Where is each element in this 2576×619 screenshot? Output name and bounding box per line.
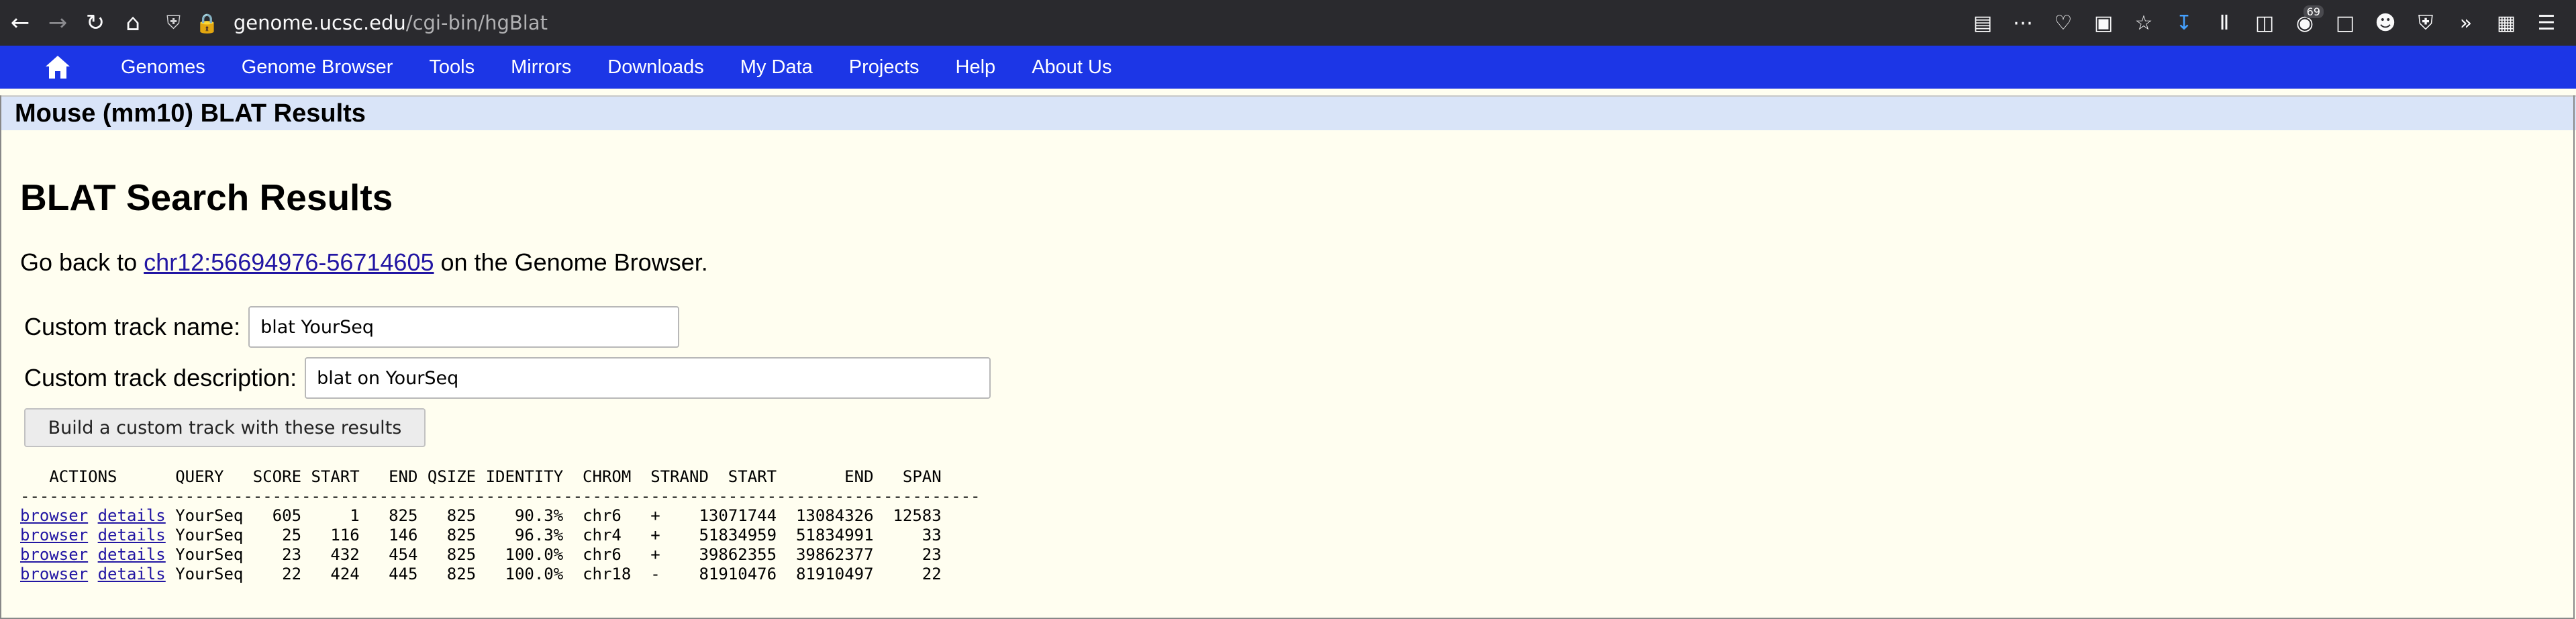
browser-link[interactable]: browser (20, 565, 88, 583)
details-link[interactable]: details (98, 565, 166, 583)
address-bar[interactable]: ⛨ 🔒 genome.ucsc.edu/cgi-bin/hgBlat (166, 4, 2113, 42)
track-desc-row: Custom track description: (24, 357, 991, 399)
goback-prefix: Go back to (20, 248, 144, 276)
download-icon[interactable]: ↧ (2164, 3, 2204, 43)
browser-link[interactable]: browser (20, 526, 88, 544)
bookmark-star-icon[interactable]: ☆ (2124, 3, 2164, 43)
nav-mirrors[interactable]: Mirrors (511, 56, 571, 79)
back-arrow-icon[interactable]: ← (3, 5, 38, 40)
goback-suffix: on the Genome Browser. (434, 248, 708, 276)
nav-downloads[interactable]: Downloads (607, 56, 703, 79)
browser-link[interactable]: browser (20, 545, 88, 564)
overflow-icon[interactable]: » (2446, 3, 2486, 43)
goback-text: Go back to chr12:56694976-56714605 on th… (20, 248, 708, 277)
account-icon[interactable]: ☻ (2365, 3, 2406, 43)
track-desc-label: Custom track description: (24, 364, 297, 391)
site-navbar: Genomes Genome Browser Tools Mirrors Dow… (0, 46, 2576, 89)
library-icon[interactable]: Ⅱ (2204, 3, 2244, 43)
page-actions-icon[interactable]: ⋯ (2003, 3, 2043, 43)
ublock-icon[interactable]: ⛨ (2406, 3, 2446, 43)
shield-icon[interactable]: ⛨ (166, 11, 181, 34)
reader-view-icon[interactable]: ▤ (1963, 3, 2003, 43)
browser-toolbar: ← → ↻ ⌂ ⛨ 🔒 genome.ucsc.edu/cgi-bin/hgBl… (0, 0, 2576, 46)
home-icon[interactable]: ⌂ (115, 5, 150, 40)
table-row: YourSeq 23 432 454 825 100.0% chr6 + 398… (165, 545, 942, 564)
insecure-lock-icon[interactable]: 🔒 (195, 12, 219, 34)
results-header: ACTIONS QUERY SCORE START END QSIZE IDEN… (20, 467, 942, 486)
position-link[interactable]: chr12:56694976-56714605 (144, 248, 434, 276)
pocket-icon[interactable]: ♡ (2043, 3, 2083, 43)
track-name-input[interactable] (248, 306, 680, 348)
sidebar-icon[interactable]: ◫ (2244, 3, 2285, 43)
build-custom-track-button[interactable]: Build a custom track with these results (24, 408, 426, 447)
extension-icon[interactable]: ◉ 69 (2285, 3, 2325, 43)
section-title: Mouse (mm10) BLAT Results (15, 99, 366, 128)
screenshot-icon[interactable]: □ (2325, 3, 2365, 43)
nav-projects[interactable]: Projects (849, 56, 920, 79)
browser-link[interactable]: browser (20, 506, 88, 525)
table-row: YourSeq 22 424 445 825 100.0% chr18 - 81… (165, 565, 942, 583)
container-icon[interactable]: ▣ (2083, 3, 2124, 43)
url-path: /cgi-bin/hgBlat (405, 11, 548, 34)
url-text[interactable]: genome.ucsc.edu/cgi-bin/hgBlat (234, 11, 548, 34)
table-row: YourSeq 605 1 825 825 90.3% chr6 + 13071… (165, 506, 942, 525)
section-header: Mouse (mm10) BLAT Results (0, 95, 2576, 130)
nav-genome-browser[interactable]: Genome Browser (242, 56, 393, 79)
track-name-label: Custom track name: (24, 313, 241, 340)
house-icon (46, 56, 70, 79)
table-row: YourSeq 25 116 146 825 96.3% chr4 + 5183… (165, 526, 942, 544)
details-link[interactable]: details (98, 545, 166, 564)
details-link[interactable]: details (98, 526, 166, 544)
nav-about-us[interactable]: About Us (1032, 56, 1111, 79)
forward-arrow-icon[interactable]: → (40, 5, 75, 40)
gift-icon[interactable]: ▦ (2486, 3, 2526, 43)
menu-icon[interactable]: ☰ (2526, 3, 2567, 43)
results-table: ACTIONS QUERY SCORE START END QSIZE IDEN… (20, 467, 980, 584)
url-host: genome.ucsc.edu (233, 11, 406, 34)
nav-genomes[interactable]: Genomes (121, 56, 205, 79)
page-title: BLAT Search Results (20, 177, 393, 218)
extension-badge: 69 (2303, 5, 2324, 18)
details-link[interactable]: details (98, 506, 166, 525)
track-desc-input[interactable] (305, 357, 991, 399)
nav-tools[interactable]: Tools (429, 56, 475, 79)
results-divider: ----------------------------------------… (20, 487, 981, 506)
track-name-row: Custom track name: (24, 306, 680, 348)
nav-my-data[interactable]: My Data (740, 56, 813, 79)
home-link[interactable] (31, 46, 85, 89)
nav-help[interactable]: Help (956, 56, 996, 79)
reload-icon[interactable]: ↻ (78, 5, 113, 40)
